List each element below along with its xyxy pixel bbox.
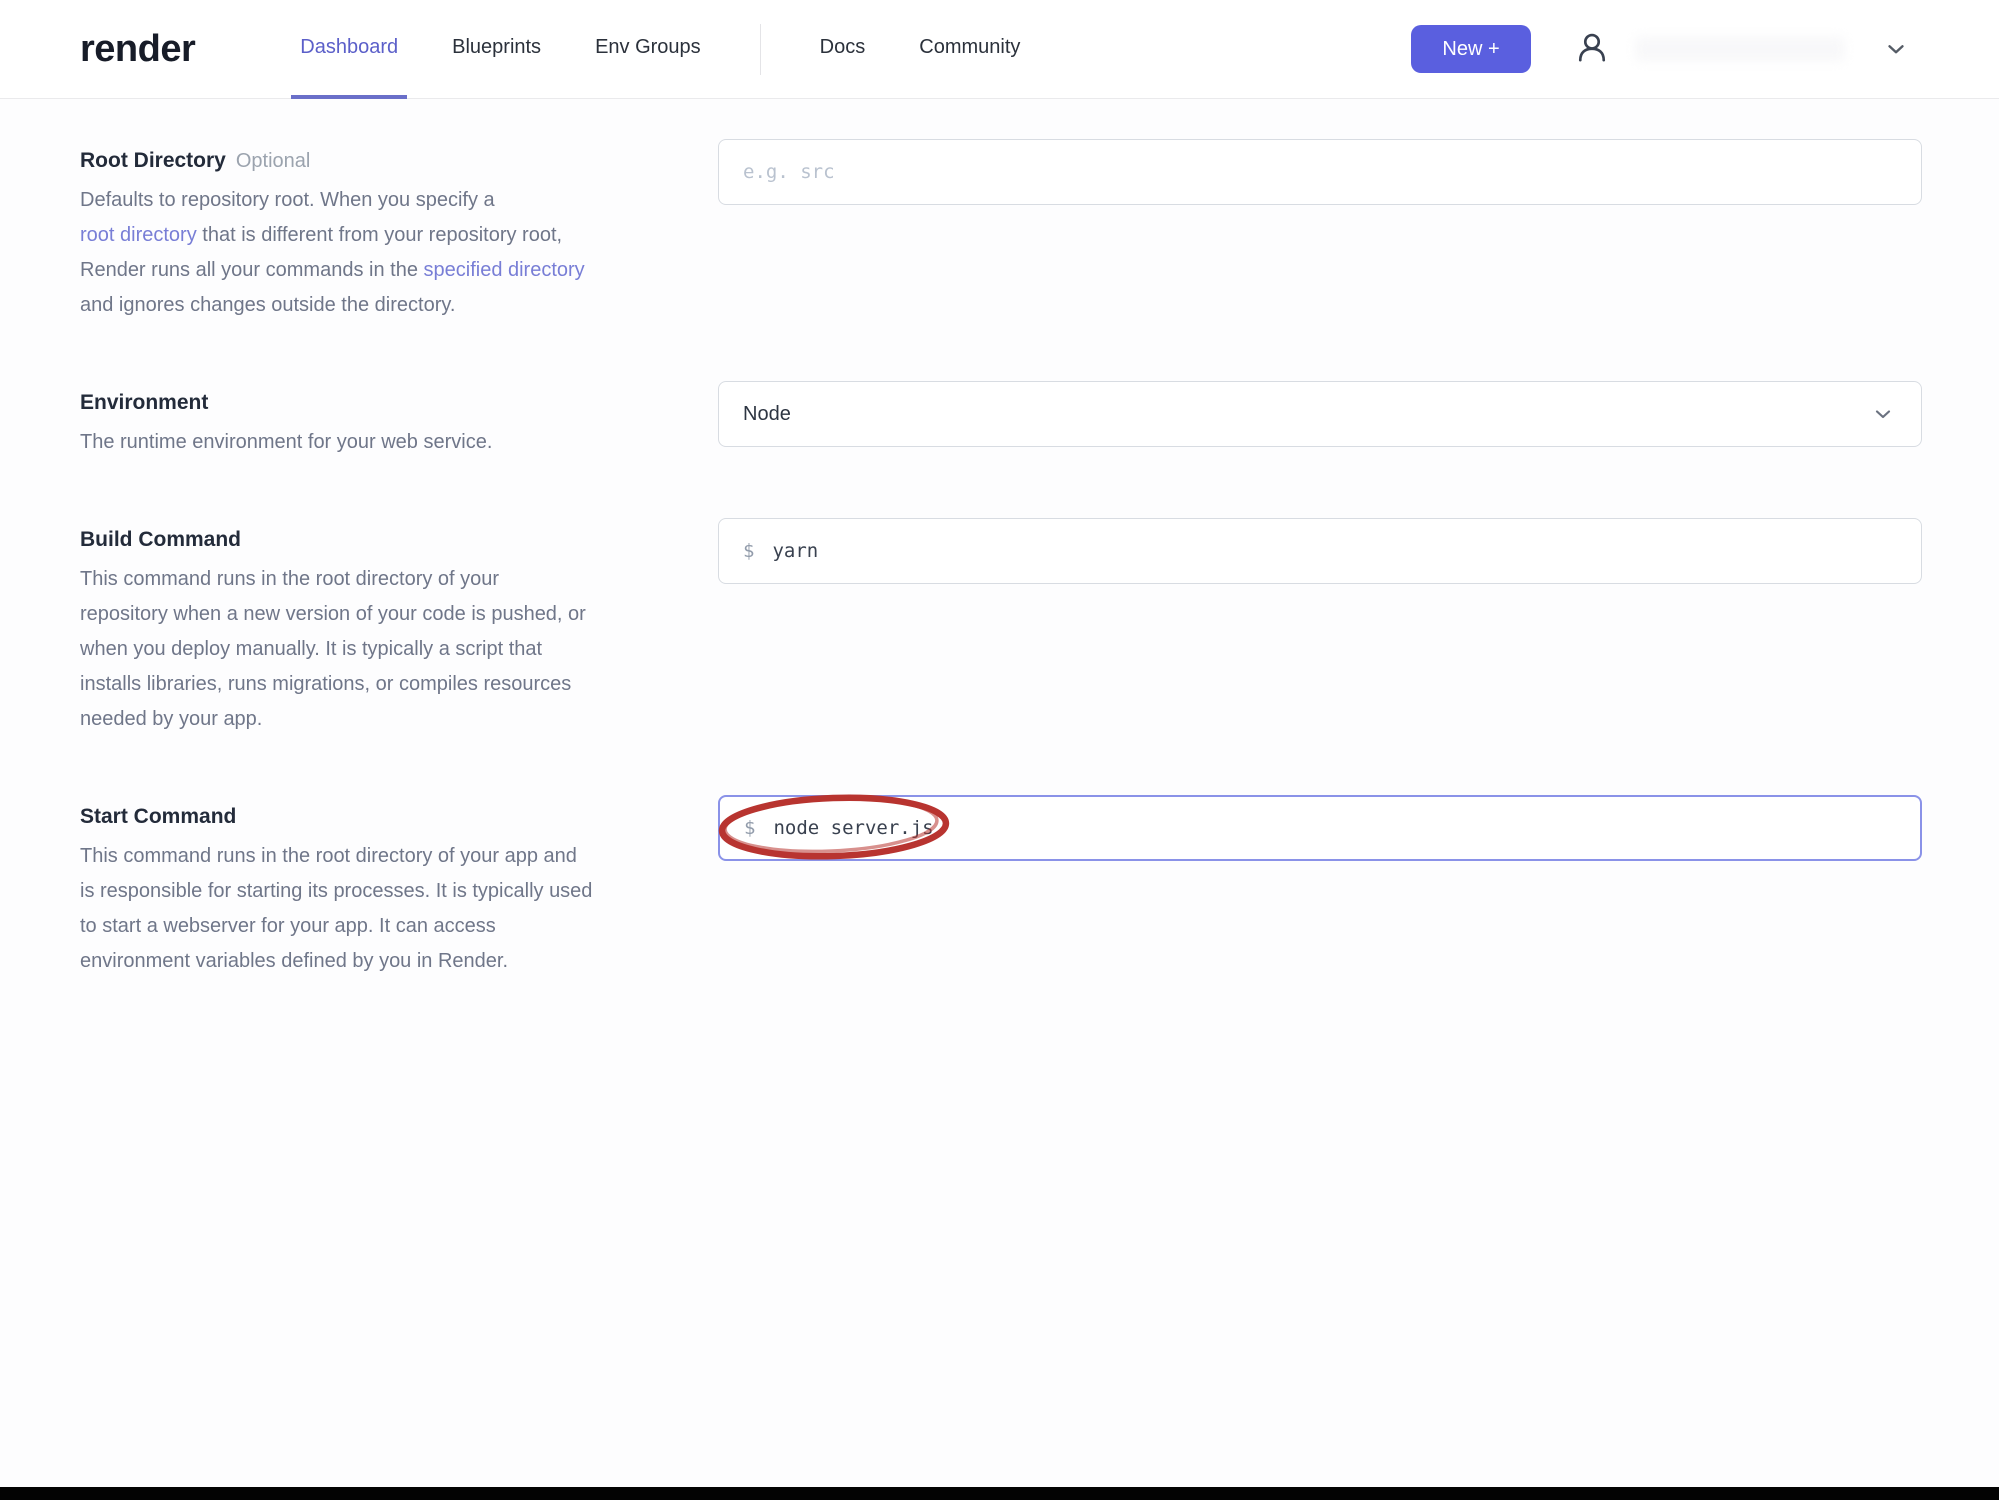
root-directory-description: Defaults to repository root. When you sp… bbox=[80, 183, 658, 323]
header-right-cluster: New + bbox=[1411, 25, 1909, 73]
desc-line: Render runs all your commands in the spe… bbox=[80, 253, 658, 288]
desc-text: that is different from your repository r… bbox=[196, 224, 563, 246]
environment-label: Environment bbox=[80, 391, 209, 414]
shell-prompt-symbol: $ bbox=[743, 540, 755, 562]
build-command-info: Build Command This command runs in the r… bbox=[80, 518, 658, 737]
start-command-input-box: $ bbox=[718, 794, 1922, 861]
render-dashboard-page: render Dashboard Blueprints Env Groups D… bbox=[0, 0, 1999, 1500]
root-directory-field bbox=[718, 139, 1922, 205]
desc-text: Render runs all your commands in the bbox=[80, 259, 424, 281]
top-navigation-bar: render Dashboard Blueprints Env Groups D… bbox=[0, 0, 1999, 99]
desc-line: when you deploy manually. It is typicall… bbox=[80, 638, 543, 660]
build-command-field: $ bbox=[718, 518, 1922, 584]
desc-line: environment variables defined by you in … bbox=[80, 950, 509, 972]
root-directory-label: Root Directory Optional bbox=[80, 149, 658, 173]
start-command-label: Start Command bbox=[80, 805, 237, 828]
desc-line: to start a webserver for your app. It ca… bbox=[80, 915, 496, 937]
environment-select-value: Node bbox=[743, 402, 791, 425]
build-command-label: Build Command bbox=[80, 528, 241, 551]
environment-row: Environment The runtime environment for … bbox=[80, 381, 1922, 460]
desc-line: This command runs in the root directory … bbox=[80, 568, 500, 590]
nav-item-dashboard[interactable]: Dashboard bbox=[291, 0, 408, 99]
specified-directory-link[interactable]: specified directory bbox=[424, 259, 585, 281]
desc-line: installs libraries, runs migrations, or … bbox=[80, 673, 572, 695]
build-command-description: This command runs in the root directory … bbox=[80, 562, 658, 737]
chevron-down-icon bbox=[1883, 36, 1909, 62]
environment-select[interactable]: Node bbox=[718, 381, 1922, 447]
nav-item-env-groups[interactable]: Env Groups bbox=[586, 0, 710, 99]
account-button[interactable] bbox=[1569, 26, 1615, 72]
desc-line: repository when a new version of your co… bbox=[80, 603, 586, 625]
root-directory-info: Root Directory Optional Defaults to repos… bbox=[80, 139, 658, 323]
start-command-row: Start Command This command runs in the r… bbox=[80, 794, 1922, 979]
account-menu-toggle[interactable] bbox=[1883, 36, 1909, 62]
desc-line: needed by your app. bbox=[80, 708, 263, 730]
build-command-input-box: $ bbox=[718, 518, 1922, 584]
root-directory-label-text: Root Directory bbox=[80, 149, 226, 172]
nav-item-community[interactable]: Community bbox=[910, 0, 1029, 99]
environment-field: Node bbox=[718, 381, 1922, 447]
desc-line: and ignores changes outside the director… bbox=[80, 294, 456, 316]
nav-divider bbox=[759, 23, 761, 75]
chevron-down-icon bbox=[1871, 402, 1895, 426]
person-outline-icon bbox=[1573, 30, 1611, 68]
nav-item-docs[interactable]: Docs bbox=[811, 0, 875, 99]
bottom-black-bar bbox=[0, 1487, 1999, 1500]
root-directory-link[interactable]: root directory bbox=[80, 224, 197, 246]
desc-line: This command runs in the root directory … bbox=[80, 845, 577, 867]
optional-tag: Optional bbox=[235, 150, 311, 172]
desc-line: root directory that is different from yo… bbox=[80, 218, 658, 253]
nav-item-blueprints[interactable]: Blueprints bbox=[443, 0, 550, 99]
root-directory-input-box bbox=[718, 139, 1922, 205]
shell-prompt-symbol: $ bbox=[744, 817, 756, 839]
desc-line: Defaults to repository root. When you sp… bbox=[80, 189, 495, 211]
build-command-row: Build Command This command runs in the r… bbox=[80, 518, 1922, 737]
root-directory-input[interactable] bbox=[743, 161, 1897, 183]
start-command-info: Start Command This command runs in the r… bbox=[80, 795, 658, 979]
web-service-settings-form: Root Directory Optional Defaults to repos… bbox=[0, 99, 1999, 979]
environment-description: The runtime environment for your web ser… bbox=[80, 431, 493, 453]
environment-info: Environment The runtime environment for … bbox=[80, 381, 658, 460]
start-command-field: $ bbox=[718, 794, 1922, 861]
primary-nav: Dashboard Blueprints Env Groups Docs Com… bbox=[291, 0, 1029, 99]
start-command-description: This command runs in the root directory … bbox=[80, 839, 658, 979]
root-directory-row: Root Directory Optional Defaults to repos… bbox=[80, 139, 1922, 323]
start-command-input[interactable] bbox=[773, 817, 1896, 839]
render-logo[interactable]: render bbox=[80, 28, 196, 71]
build-command-input[interactable] bbox=[772, 540, 1897, 562]
new-button[interactable]: New + bbox=[1411, 25, 1531, 73]
desc-line: is responsible for starting its processe… bbox=[80, 880, 593, 902]
redacted-account-name bbox=[1635, 36, 1845, 62]
